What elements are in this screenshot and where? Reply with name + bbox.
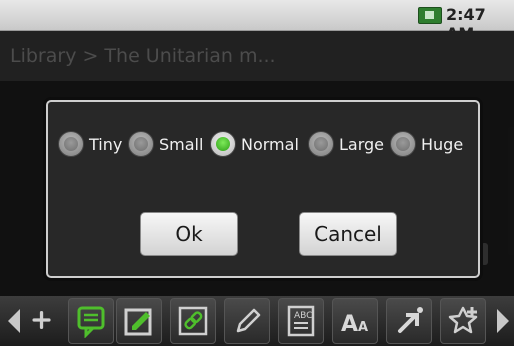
size-label-normal: Normal — [241, 135, 299, 154]
radio-small[interactable] — [128, 131, 154, 157]
text-size-options: Tiny Small Normal Large Huge — [58, 128, 468, 162]
add-bookmark-icon[interactable] — [440, 298, 486, 344]
size-option-large[interactable]: Large — [308, 128, 388, 162]
link-icon[interactable] — [170, 298, 216, 344]
size-label-small: Small — [159, 135, 204, 154]
size-label-large: Large — [339, 135, 385, 154]
bottom-toolbar: ABC AA — [0, 296, 514, 346]
text-size-dialog: Tiny Small Normal Large Huge Ok Cancel — [46, 100, 480, 278]
size-option-normal[interactable]: Normal — [210, 128, 306, 162]
edit-note-icon[interactable] — [116, 298, 162, 344]
font-size-icon-big: A — [341, 312, 358, 337]
scroll-left-icon[interactable] — [8, 309, 20, 333]
pencil-icon[interactable] — [224, 298, 270, 344]
size-option-huge[interactable]: Huge — [390, 128, 466, 162]
spellcheck-icon[interactable]: ABC — [278, 298, 324, 344]
radio-huge[interactable] — [390, 131, 416, 157]
cancel-button[interactable]: Cancel — [299, 212, 397, 256]
spellcheck-icon-text: ABC — [294, 311, 312, 321]
scroll-right-icon[interactable] — [497, 309, 509, 333]
ok-button[interactable]: Ok — [140, 212, 238, 256]
size-option-small[interactable]: Small — [128, 128, 208, 162]
size-label-tiny: Tiny — [89, 135, 123, 154]
go-to-icon[interactable] — [386, 298, 432, 344]
add-icon[interactable] — [30, 298, 58, 344]
font-size-icon-small: A — [358, 320, 368, 335]
radio-large[interactable] — [308, 131, 334, 157]
comment-icon[interactable] — [68, 298, 114, 344]
battery-icon — [418, 7, 442, 24]
size-label-huge: Huge — [421, 135, 464, 154]
size-option-tiny[interactable]: Tiny — [58, 128, 126, 162]
radio-normal[interactable] — [210, 131, 236, 157]
status-bar: 2:47 AM — [0, 0, 514, 43]
radio-tiny[interactable] — [58, 131, 84, 157]
font-size-icon[interactable]: AA — [332, 298, 378, 344]
